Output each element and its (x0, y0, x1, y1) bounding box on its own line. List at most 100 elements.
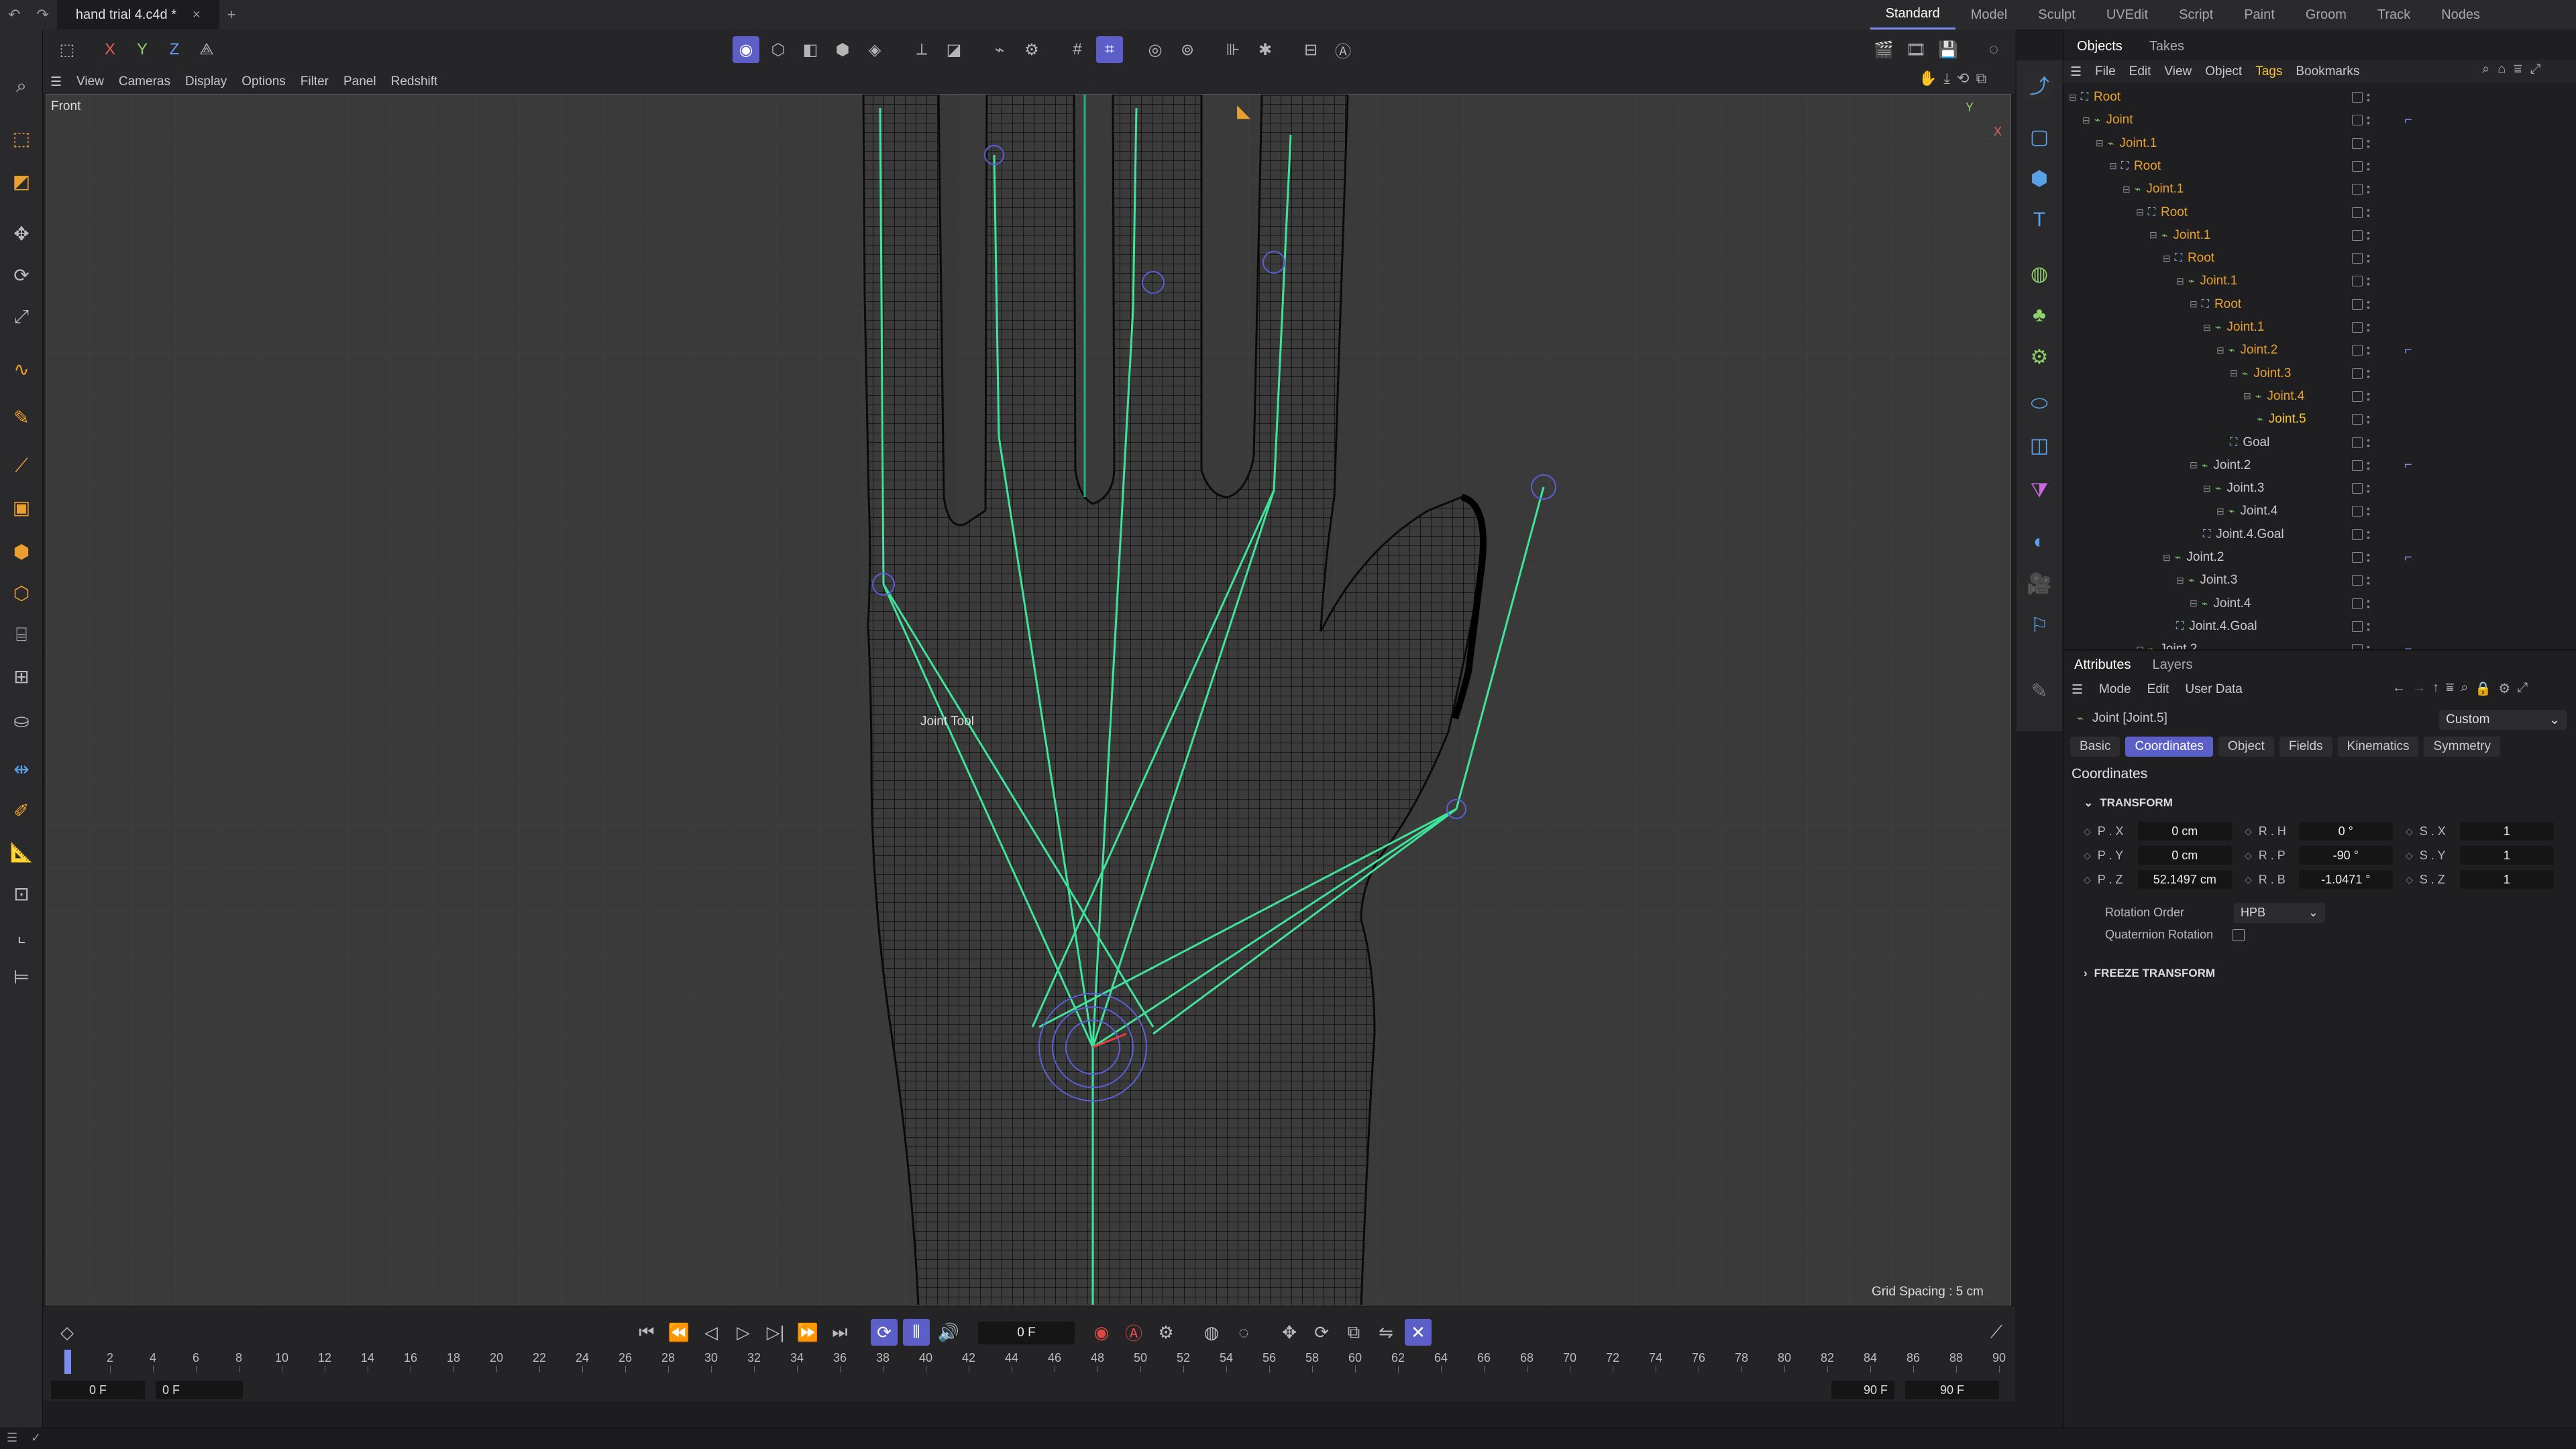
freeze-transform-header[interactable]: › FREEZE TRANSFORM (2084, 967, 2215, 980)
soft-selection-icon[interactable]: ◎ (1142, 36, 1169, 63)
visibility-checkbox[interactable] (2352, 276, 2363, 287)
visibility-checkbox[interactable] (2352, 115, 2363, 126)
axis-mode-icon[interactable]: ⟂ (908, 36, 935, 63)
object-tree-row[interactable]: ⌁ Joint.5 • • (2063, 408, 2560, 431)
pose-key-icon[interactable]: ✕ (1405, 1319, 1432, 1346)
keyframe-diamond-icon[interactable]: ◇ (2406, 874, 2413, 885)
visibility-checkbox[interactable] (2352, 390, 2363, 402)
visibility-checkbox[interactable] (2352, 575, 2363, 586)
up-arrow-icon[interactable]: ↑ (2432, 680, 2439, 697)
prev-key-icon[interactable]: ⏪ (665, 1319, 692, 1346)
render-visibility-dots[interactable]: •• (2367, 435, 2370, 450)
py-input[interactable]: 0 cm (2137, 846, 2232, 865)
viewport-menu-redshift[interactable]: Redshift (384, 74, 445, 89)
expand-toggle-icon[interactable]: ⊟ (2149, 229, 2157, 241)
y-axis-lock[interactable]: Y (129, 36, 156, 63)
render-visibility-dots[interactable]: •• (2367, 228, 2370, 243)
redshift-icon[interactable]: ◌ (1980, 36, 2007, 63)
attr-filter-icon[interactable]: ⩸ (2446, 680, 2454, 697)
quaternion-checkbox[interactable] (2233, 929, 2245, 941)
expand-toggle-icon[interactable]: ⊟ (2216, 506, 2224, 517)
expand-toggle-icon[interactable]: ⊟ (2163, 253, 2171, 264)
viewport-solo-icon[interactable]: ⊚ (1174, 36, 1201, 63)
render-visibility-dots[interactable]: •• (2367, 90, 2370, 105)
playhead[interactable] (64, 1350, 71, 1374)
attr-search-icon[interactable]: ⌕ (2461, 680, 2468, 697)
next-frame-icon[interactable]: ▷| (762, 1319, 789, 1346)
visibility-checkbox[interactable] (2352, 207, 2363, 218)
layout-tab-uvedit[interactable]: UVEdit (2091, 0, 2163, 30)
uv-mode-icon[interactable]: ⌸ (7, 620, 36, 649)
object-tree-row[interactable]: ⊟ ⌁ Joint.4 • • (2063, 592, 2560, 615)
render-visibility-dots[interactable]: •• (2367, 527, 2370, 542)
back-arrow-icon[interactable]: ← (2392, 680, 2406, 697)
visibility-checkbox[interactable] (2352, 437, 2363, 448)
current-frame-field[interactable]: 0 F (978, 1322, 1075, 1344)
position-key-icon[interactable]: ◍ (1198, 1319, 1225, 1346)
objects-tab-takes[interactable]: Takes (2136, 34, 2198, 60)
edges-mode-icon[interactable]: ⬡ (765, 36, 792, 63)
keyframe-diamond-icon[interactable]: ◇ (2245, 874, 2252, 885)
subtab-object[interactable]: Object (2218, 737, 2274, 757)
expand-toggle-icon[interactable]: ⊟ (2176, 575, 2184, 586)
object-mode-icon[interactable]: ⬡ (7, 578, 36, 608)
scale-tool-icon[interactable]: ⤢ (7, 302, 36, 331)
paint-icon[interactable]: ✐ (7, 796, 36, 825)
key-settings-icon[interactable]: ⚙ (1152, 1319, 1179, 1346)
visibility-checkbox[interactable] (2352, 621, 2363, 632)
object-tree-row[interactable]: ⊟ ⌁ Joint.3 • • (2063, 569, 2560, 592)
viewport-menu-filter[interactable]: Filter (293, 74, 336, 89)
joint-tool-icon[interactable]: ⤴ (2025, 70, 2054, 99)
start-frame-field[interactable]: 0 F (51, 1381, 145, 1399)
keyframe-icon[interactable]: ◇ (54, 1319, 80, 1346)
viewport-hamburger-icon[interactable]: ☰ (43, 74, 69, 90)
render-visibility-dots[interactable]: •• (2367, 573, 2370, 588)
select-tool-icon[interactable]: ⬚ (7, 123, 36, 153)
snap-icon[interactable]: ⊡ (7, 879, 36, 908)
attr-settings-icon[interactable]: ⚙ (2498, 680, 2510, 697)
object-tree-row[interactable]: ⊟ ⌁ Joint.1 • • (2063, 316, 2560, 339)
home-icon[interactable]: ⌂ (2498, 62, 2506, 77)
texture-mode-icon[interactable]: ⊞ (7, 661, 36, 691)
box-select-icon[interactable]: ◩ (7, 166, 36, 196)
rp-input[interactable]: -90 ° (2298, 846, 2393, 865)
render-visibility-dots[interactable]: •• (2367, 251, 2370, 266)
sz-input[interactable]: 1 (2459, 870, 2554, 889)
pan-icon[interactable]: ✋ (1919, 70, 1937, 87)
toggle-key-icon[interactable]: ⇋ (1373, 1319, 1399, 1346)
graph-editor-icon[interactable]: ⟋ (1983, 1319, 2010, 1346)
symmetry-icon[interactable]: ⇹ (7, 754, 36, 784)
object-tree-row[interactable]: ⊟ ⌁ Joint.2 •• ⌐ (2063, 339, 2560, 362)
brush-icon[interactable]: ✎ (7, 402, 36, 432)
keyframe-diamond-icon[interactable]: ◇ (2245, 826, 2252, 837)
redo-icon[interactable]: ↷ (28, 6, 56, 23)
keyframe-diamond-icon[interactable]: ◇ (2084, 874, 2091, 885)
expand-toggle-icon[interactable]: ⊟ (2190, 598, 2198, 609)
render-visibility-dots[interactable]: •• (2367, 159, 2370, 174)
expand-toggle-icon[interactable]: ⊟ (2203, 483, 2211, 494)
object-tree-row[interactable]: ⊟ ⛶ Root • • (2063, 155, 2560, 178)
viewport-menu-view[interactable]: View (69, 74, 111, 89)
attr-expand-icon[interactable]: ⤢ (2517, 680, 2528, 697)
spline-icon[interactable]: ⧩ (2025, 476, 2054, 506)
pla-key-icon[interactable]: ⧉ (1340, 1319, 1367, 1346)
deformer-icon[interactable]: ⬭ (2025, 389, 2054, 419)
subtab-symmetry[interactable]: Symmetry (2424, 737, 2500, 757)
attributes-tab-layers[interactable]: Layers (2141, 652, 2203, 679)
camera-icon[interactable]: 🎥 (2025, 569, 2054, 598)
viewport-menu-display[interactable]: Display (178, 74, 234, 89)
new-tab-button[interactable]: + (219, 6, 244, 23)
snap-settings-icon[interactable]: ⚙ (1018, 36, 1045, 63)
expand-toggle-icon[interactable]: ⊟ (2136, 207, 2144, 218)
status-menu-icon[interactable]: ☰ (7, 1431, 17, 1445)
keyframe-diamond-icon[interactable]: ◇ (2406, 826, 2413, 837)
rotation-key-icon[interactable]: ◌ (1230, 1319, 1257, 1346)
expand-toggle-icon[interactable]: ⊟ (2203, 322, 2211, 333)
scale-key-icon[interactable]: ✥ (1276, 1319, 1303, 1346)
orbit-icon[interactable]: ⟲ (1957, 70, 1969, 87)
expand-toggle-icon[interactable]: ⊟ (2243, 390, 2251, 402)
render-visibility-dots[interactable]: •• (2367, 458, 2370, 473)
render-visibility-dots[interactable]: •• (2367, 136, 2370, 151)
expand-toggle-icon[interactable]: ⊟ (2163, 552, 2171, 564)
objects-menu-edit[interactable]: Edit (2123, 64, 2158, 79)
